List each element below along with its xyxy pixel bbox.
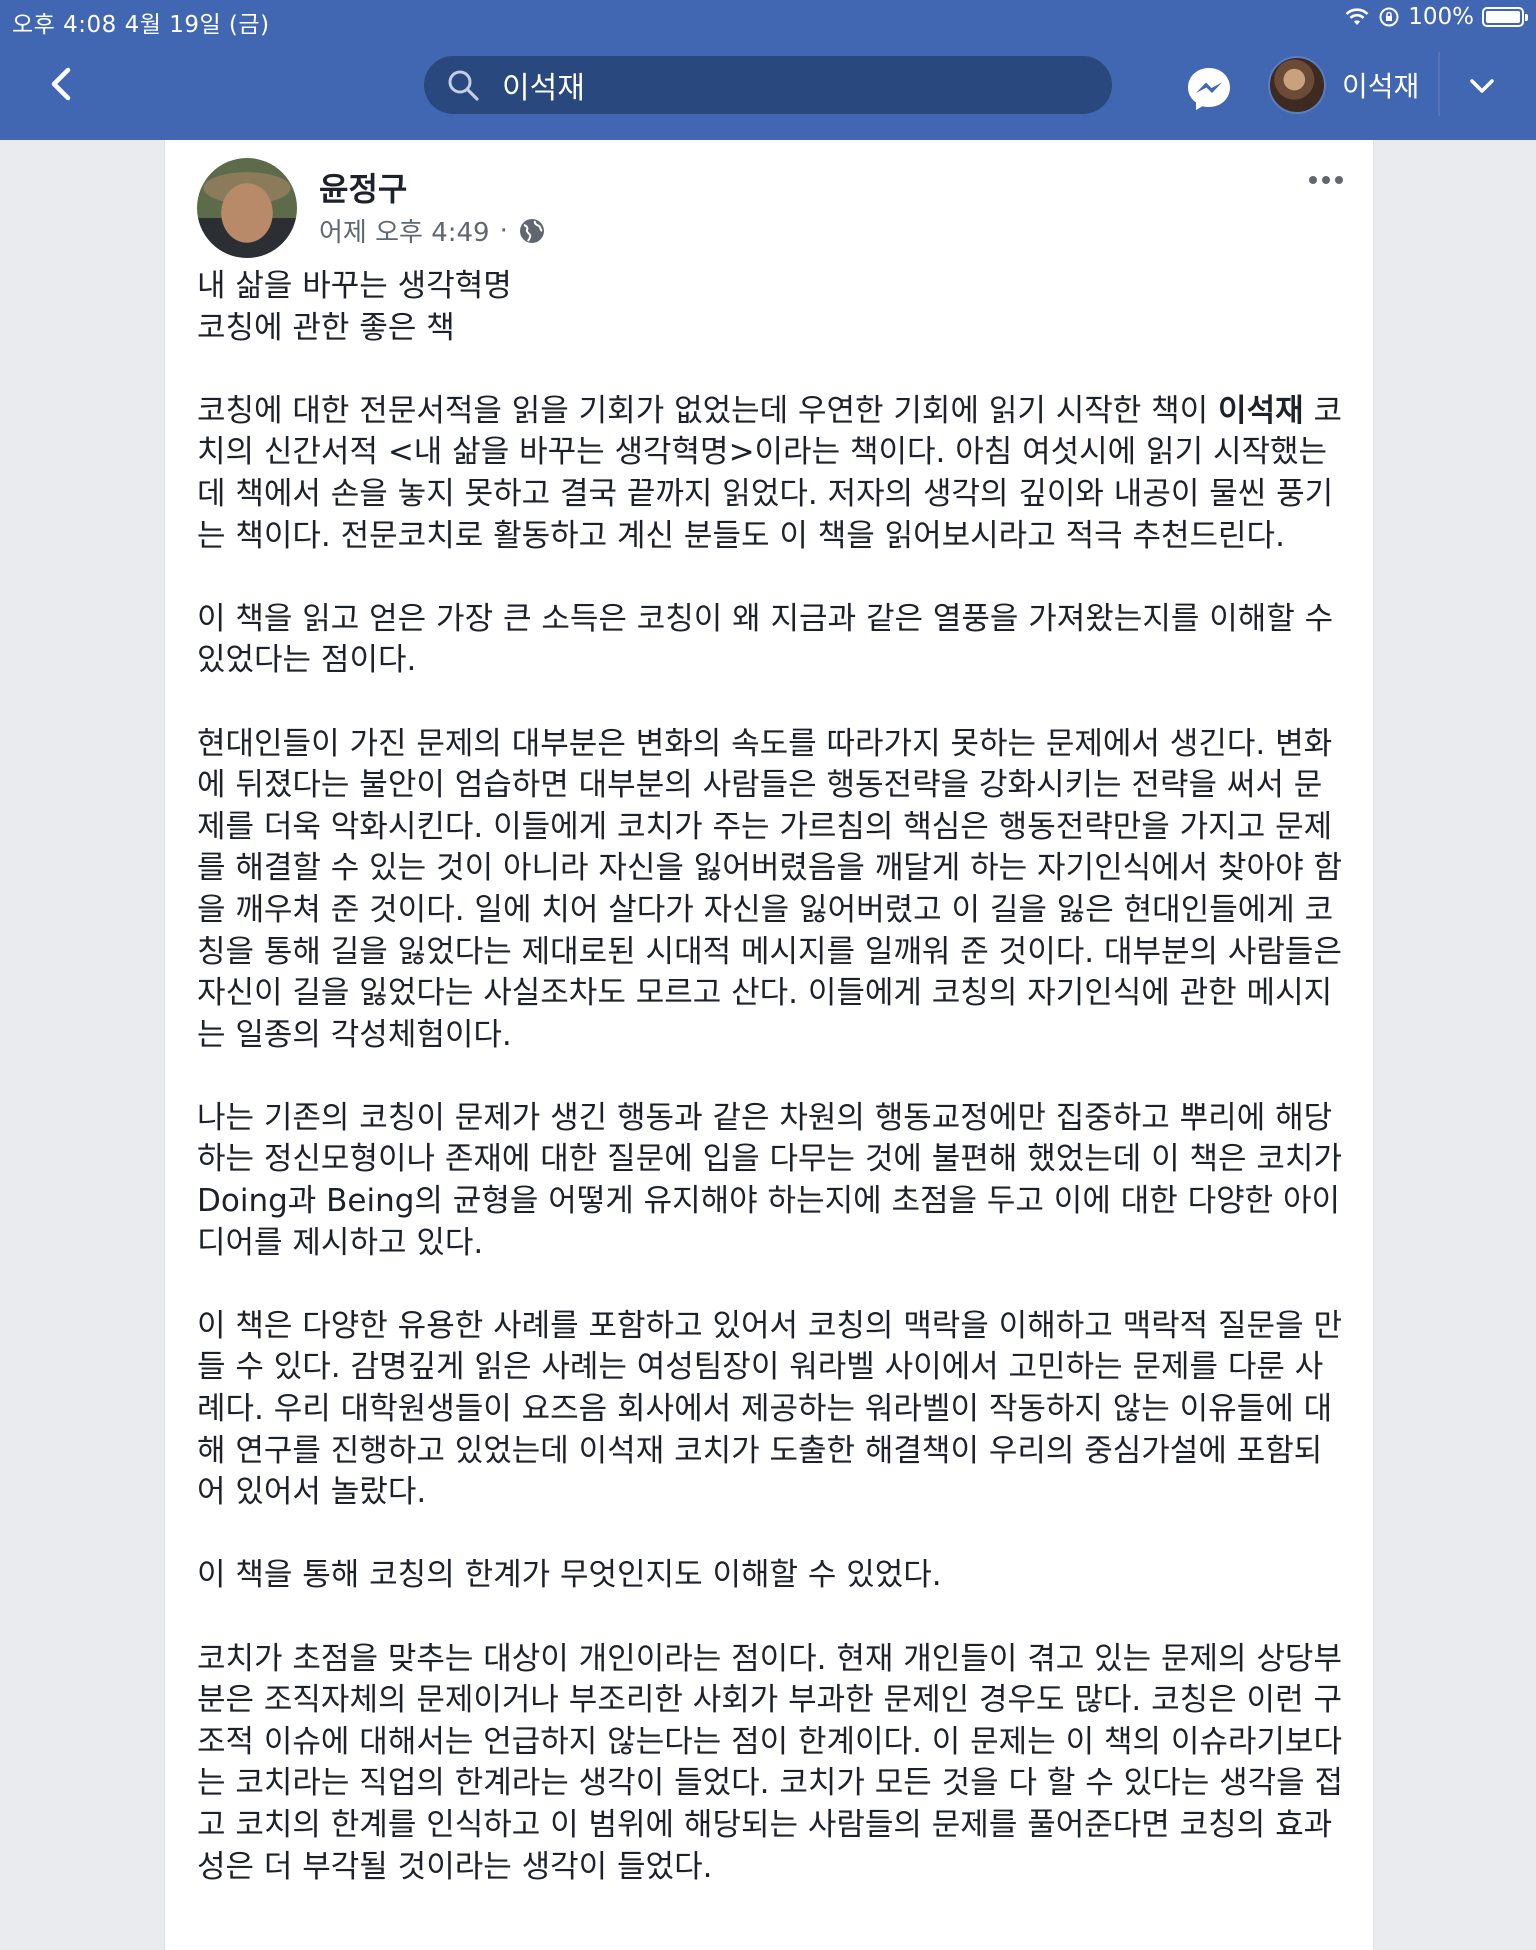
status-indicators: 100% (1344, 4, 1528, 30)
search-query: 이석재 (502, 71, 585, 106)
meta-separator: · (499, 215, 508, 246)
search-icon (448, 70, 479, 101)
author-name[interactable]: 윤정구 (319, 164, 407, 210)
battery-icon (1482, 7, 1528, 27)
orientation-lock-icon (1379, 7, 1399, 27)
headline-line-1: 내 삶을 바꾸는 생각혁명 (197, 268, 512, 304)
profile-name: 이석재 (1342, 70, 1420, 103)
paragraph-6: 이 책을 통해 코칭의 한계가 무엇인지도 이해할 수 있었다. (197, 1557, 942, 1594)
paragraph-5: 이 책은 다양한 유용한 사례를 포함하고 있어서 코칭의 맥락을 이해하고 맥… (197, 1307, 1342, 1511)
paragraph-4: 나는 기존의 코칭이 문제가 생긴 행동과 같은 차원의 행동교정에만 집중하고… (197, 1099, 1342, 1261)
messenger-icon[interactable] (1184, 64, 1234, 114)
more-options-icon[interactable] (1309, 174, 1349, 186)
status-time-date: 오후 4:08 4월 19일 (금) (12, 12, 270, 38)
nav-divider (1438, 52, 1440, 116)
post-meta: 어제 오후 4:49 · (319, 212, 546, 249)
top-bar: 오후 4:08 4월 19일 (금) 100% 이석재 이석재 (0, 0, 1536, 140)
paragraph-1-text: 코칭에 대한 전문서적을 읽을 기회가 없었는데 우연한 기회에 읽기 시작한 … (197, 392, 1219, 429)
battery-fill (1486, 11, 1520, 23)
paragraph-3: 현대인들이 가진 문제의 대부분은 변화의 속도를 따라가지 못하는 문제에서 … (197, 725, 1342, 1053)
nav-bar: 이석재 이석재 (0, 38, 1536, 140)
avatar (1268, 56, 1326, 114)
paragraph-2: 이 책을 읽고 얻은 가장 큰 소득은 코칭이 왜 지금과 같은 열풍을 가져왔… (197, 600, 1334, 679)
post-headline: 내 삶을 바꾸는 생각혁명코칭에 관한 좋은 책 (197, 266, 1347, 349)
post-body: 내 삶을 바꾸는 생각혁명코칭에 관한 좋은 책 코칭에 대한 전문서적을 읽을… (197, 266, 1347, 1930)
chevron-down-icon[interactable] (1462, 66, 1502, 106)
post-timestamp[interactable]: 어제 오후 4:49 (319, 212, 490, 249)
globe-icon[interactable] (518, 217, 546, 245)
profile-shortcut[interactable]: 이석재 (1268, 56, 1419, 114)
paragraph-1: 코칭에 대한 전문서적을 읽을 기회가 없었는데 우연한 기회에 읽기 시작한 … (197, 391, 1347, 557)
author-avatar[interactable] (197, 158, 297, 258)
wifi-icon (1345, 8, 1369, 25)
paragraph-7: 코치가 초점을 맞추는 대상이 개인이라는 점이다. 현재 개인들이 겪고 있는… (197, 1640, 1344, 1885)
search-bar[interactable]: 이석재 (424, 56, 1112, 114)
status-bar: 오후 4:08 4월 19일 (금) 100% (0, 0, 1536, 38)
back-arrow-icon[interactable] (40, 62, 84, 106)
headline-line-2: 코칭에 관한 좋은 책 (197, 309, 455, 346)
post-card: 윤정구 어제 오후 4:49 · 내 삶을 바꾸는 생각혁명코칭에 관한 좋은 … (164, 140, 1374, 1950)
battery-percent: 100% (1408, 4, 1474, 30)
mention-link[interactable]: 이석재 (1218, 393, 1304, 429)
